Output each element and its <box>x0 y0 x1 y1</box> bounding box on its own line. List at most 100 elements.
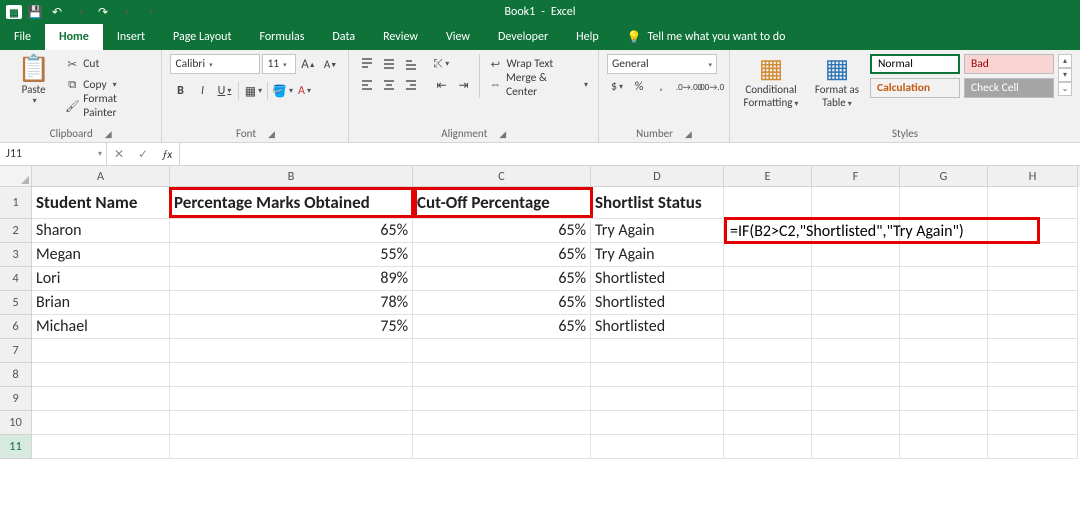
cell-C11[interactable] <box>413 435 591 459</box>
undo-dropdown-icon[interactable]: ▾ <box>72 3 90 21</box>
row-header-6[interactable]: 6 <box>0 315 32 339</box>
cell-H8[interactable] <box>988 363 1078 387</box>
cell-E3[interactable] <box>724 243 812 267</box>
cell-G4[interactable] <box>900 267 988 291</box>
style-calculation[interactable]: Calculation <box>870 78 960 98</box>
tab-developer[interactable]: Developer <box>484 24 562 50</box>
font-size-combo[interactable]: 11▾ <box>262 54 296 74</box>
cell-C7[interactable] <box>413 339 591 363</box>
cell-D8[interactable] <box>591 363 724 387</box>
row-header-4[interactable]: 4 <box>0 267 32 291</box>
tell-me-search[interactable]: 💡 Tell me what you want to do <box>613 24 786 50</box>
cell-B2[interactable]: 65% <box>170 219 413 243</box>
cell-G10[interactable] <box>900 411 988 435</box>
col-header-D[interactable]: D <box>591 166 724 187</box>
cell-D3[interactable]: Try Again <box>591 243 724 267</box>
redo-dropdown-icon[interactable]: ▾ <box>118 3 136 21</box>
alignment-dialog-launcher[interactable]: ◢ <box>499 129 506 140</box>
cell-C3[interactable]: 65% <box>413 243 591 267</box>
tab-review[interactable]: Review <box>369 24 432 50</box>
cell-D10[interactable] <box>591 411 724 435</box>
cell-A2[interactable]: Sharon <box>32 219 170 243</box>
cell-E4[interactable] <box>724 267 812 291</box>
cell-E5[interactable] <box>724 291 812 315</box>
cell-C9[interactable] <box>413 387 591 411</box>
style-normal[interactable]: Normal <box>870 54 960 74</box>
cell-H7[interactable] <box>988 339 1078 363</box>
cell-H5[interactable] <box>988 291 1078 315</box>
cell-H9[interactable] <box>988 387 1078 411</box>
cell-G8[interactable] <box>900 363 988 387</box>
col-header-F[interactable]: F <box>812 166 900 187</box>
cell-F11[interactable] <box>812 435 900 459</box>
font-name-combo[interactable]: Calibri▾ <box>170 54 260 74</box>
cell-H4[interactable] <box>988 267 1078 291</box>
decrease-font-icon[interactable]: A▼ <box>320 54 340 74</box>
row-header-2[interactable]: 2 <box>0 219 32 243</box>
cell-F10[interactable] <box>812 411 900 435</box>
cell-C1[interactable]: Cut-Off Percentage <box>413 187 591 219</box>
cell-G3[interactable] <box>900 243 988 267</box>
cell-H3[interactable] <box>988 243 1078 267</box>
cell-E9[interactable] <box>724 387 812 411</box>
number-dialog-launcher[interactable]: ◢ <box>685 129 692 140</box>
cell-A9[interactable] <box>32 387 170 411</box>
orientation-icon[interactable]: ⤪▾ <box>431 54 451 74</box>
align-bottom-icon[interactable] <box>401 54 421 74</box>
cell-F5[interactable] <box>812 291 900 315</box>
cell-C8[interactable] <box>413 363 591 387</box>
italic-button[interactable]: I <box>192 81 212 101</box>
tab-file[interactable]: File <box>0 24 45 50</box>
tab-insert[interactable]: Insert <box>103 24 159 50</box>
row-header-11[interactable]: 11 <box>0 435 32 459</box>
cell-D1[interactable]: Shortlist Status <box>591 187 724 219</box>
cell-C4[interactable]: 65% <box>413 267 591 291</box>
cell-C5[interactable]: 65% <box>413 291 591 315</box>
increase-decimal-icon[interactable]: .0→.00 <box>679 77 699 97</box>
cell-E6[interactable] <box>724 315 812 339</box>
cell-G7[interactable] <box>900 339 988 363</box>
cell-G9[interactable] <box>900 387 988 411</box>
styles-scroll-up-icon[interactable]: ▴ <box>1058 54 1072 68</box>
cell-B9[interactable] <box>170 387 413 411</box>
increase-font-icon[interactable]: A▲ <box>298 54 318 74</box>
cell-C6[interactable]: 65% <box>413 315 591 339</box>
align-left-icon[interactable] <box>357 75 377 95</box>
cell-E8[interactable] <box>724 363 812 387</box>
merge-center-button[interactable]: ⇔Merge & Center▾ <box>486 75 590 95</box>
cell-F1[interactable] <box>812 187 900 219</box>
row-header-1[interactable]: 1 <box>0 187 32 219</box>
styles-scroll-down-icon[interactable]: ▾ <box>1058 68 1072 82</box>
cell-styles-gallery[interactable]: Normal Bad Calculation Check Cell ▴ ▾ ⌄ <box>870 54 1072 100</box>
tab-help[interactable]: Help <box>562 24 613 50</box>
cell-B10[interactable] <box>170 411 413 435</box>
align-top-icon[interactable] <box>357 54 377 74</box>
cut-button[interactable]: ✂Cut <box>63 54 153 74</box>
cancel-formula-icon[interactable]: ✕ <box>107 147 131 162</box>
col-header-G[interactable]: G <box>900 166 988 187</box>
paste-button[interactable]: 📋 Paste ▾ <box>8 54 59 105</box>
cell-B8[interactable] <box>170 363 413 387</box>
cell-B11[interactable] <box>170 435 413 459</box>
cell-B6[interactable]: 75% <box>170 315 413 339</box>
format-as-table-button[interactable]: ▦ Format as Table▾ <box>808 54 866 109</box>
cell-A3[interactable]: Megan <box>32 243 170 267</box>
cell-H10[interactable] <box>988 411 1078 435</box>
cell-D9[interactable] <box>591 387 724 411</box>
cell-H11[interactable] <box>988 435 1078 459</box>
tab-home[interactable]: Home <box>45 24 103 50</box>
decrease-indent-icon[interactable]: ⇤ <box>431 75 451 95</box>
undo-icon[interactable]: ↶ <box>48 3 66 21</box>
tab-data[interactable]: Data <box>318 24 369 50</box>
col-header-E[interactable]: E <box>724 166 812 187</box>
save-icon[interactable]: 💾 <box>26 3 44 21</box>
cell-F4[interactable] <box>812 267 900 291</box>
accounting-format-icon[interactable]: $▾ <box>607 77 627 97</box>
cell-C2[interactable]: 65% <box>413 219 591 243</box>
cell-A11[interactable] <box>32 435 170 459</box>
cell-F9[interactable] <box>812 387 900 411</box>
row-header-5[interactable]: 5 <box>0 291 32 315</box>
redo-icon[interactable]: ↷ <box>94 3 112 21</box>
customize-qat-icon[interactable]: ▾ <box>142 3 160 21</box>
fill-color-button[interactable]: 🪣▾ <box>272 81 292 101</box>
